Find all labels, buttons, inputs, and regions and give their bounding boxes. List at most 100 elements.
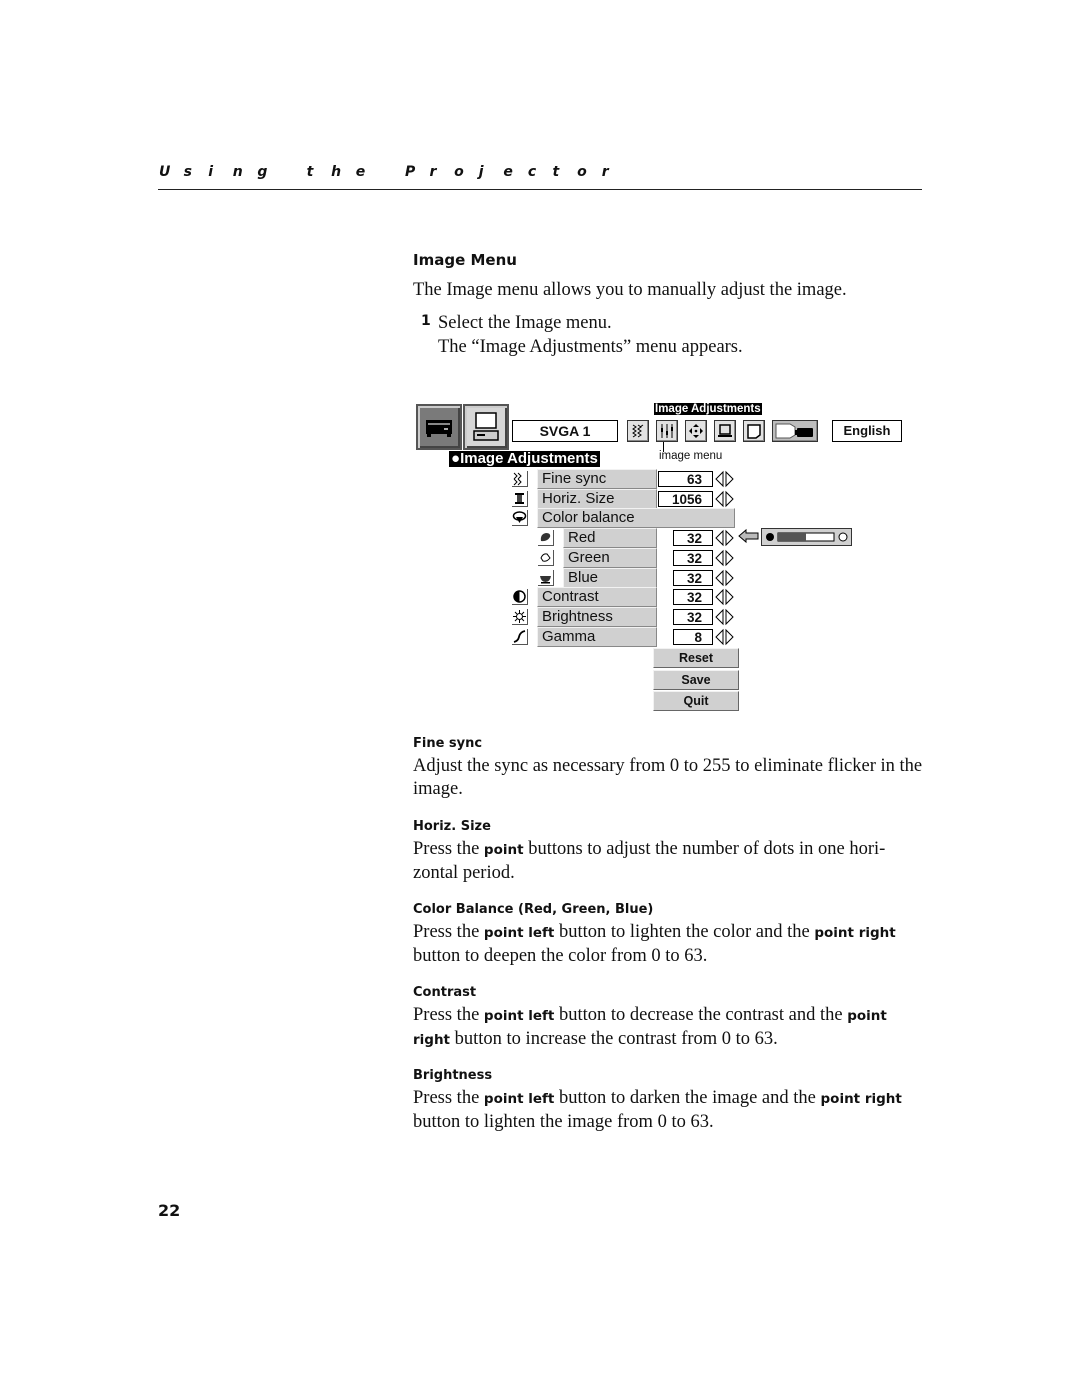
header-letter: h <box>331 164 342 180</box>
text-run: Press the <box>413 839 484 859</box>
description-heading: Horiz. Size <box>413 819 491 834</box>
image-menu-button[interactable] <box>656 420 678 442</box>
row-label[interactable]: Brightness <box>537 607 657 627</box>
tooltip: image menu <box>659 450 723 462</box>
description-heading: Contrast <box>413 985 477 1000</box>
header-letter <box>282 164 307 180</box>
point-left-right-arrows[interactable] <box>714 470 736 488</box>
reset-button[interactable]: Reset <box>653 648 739 668</box>
source-label: SVGA 1 <box>512 420 618 442</box>
section-title: Image Menu <box>413 251 517 269</box>
video-player-icon <box>426 420 452 437</box>
header-letter: o <box>577 164 587 180</box>
text-run: Adjust the sync as necessary from 0 to 2… <box>413 756 923 799</box>
fine-sync-icon <box>512 471 528 487</box>
point-left-right-arrows[interactable] <box>714 628 736 646</box>
quit-button[interactable]: Quit <box>653 691 739 711</box>
menu-title-text: Image Adjustments <box>460 450 598 467</box>
button-keyword: point right <box>814 925 896 941</box>
point-left-icon <box>715 569 724 587</box>
position-menu-button[interactable] <box>685 420 707 442</box>
pointer-arrow-icon <box>738 528 759 544</box>
header-letter: o <box>454 164 464 180</box>
step-result: The “Image Adjustments” menu appears. <box>438 337 743 357</box>
point-left-right-arrows[interactable] <box>714 529 736 547</box>
red-level-slider[interactable] <box>761 528 852 546</box>
header-letter: j <box>478 164 484 180</box>
header-letter: i <box>208 164 213 180</box>
header-letter <box>380 164 405 180</box>
language-button[interactable]: English <box>832 420 902 442</box>
sync-wave-icon <box>632 424 644 438</box>
description-text: Press the point buttons to adjust the nu… <box>413 838 923 885</box>
header-letter: t <box>552 164 560 180</box>
row-label[interactable]: Horiz. Size <box>537 489 657 509</box>
row-label[interactable]: Blue <box>563 568 657 588</box>
gamma-icon <box>512 629 528 645</box>
button-keyword: point <box>483 842 524 858</box>
button-keyword: point right <box>820 1091 902 1107</box>
text-run: button to decrease the contrast and the <box>554 1005 848 1025</box>
point-right-icon <box>725 569 734 587</box>
sync-menu-button[interactable] <box>627 420 649 442</box>
row-label[interactable]: Red <box>563 528 657 548</box>
header-letter: c <box>527 164 537 180</box>
toolbar-title: Image Adjustments <box>654 403 762 415</box>
point-left-right-arrows[interactable] <box>714 549 736 567</box>
point-left-right-arrows[interactable] <box>714 588 736 606</box>
text-run: Press the <box>413 922 484 942</box>
description-text: Press the point left button to lighten t… <box>413 921 923 968</box>
point-right-icon <box>725 608 734 626</box>
running-header: Using the Projector <box>159 164 626 180</box>
menu-title: ●Image Adjustments <box>449 451 600 467</box>
row-label[interactable]: Fine sync <box>537 469 657 489</box>
pc-adjust-menu-button[interactable] <box>714 420 736 442</box>
row-label[interactable]: Green <box>563 548 657 568</box>
row-value: 63 <box>658 471 713 487</box>
header-rule <box>158 189 922 190</box>
intro-text: The Image menu allows you to manually ad… <box>413 280 847 300</box>
text-run: button to lighten the image from 0 to 63… <box>413 1112 714 1132</box>
monitor-icon <box>718 424 732 437</box>
button-keyword: point left <box>483 925 555 941</box>
page-number: 22 <box>158 1201 181 1220</box>
save-button[interactable]: Save <box>653 669 739 690</box>
point-left-icon <box>715 470 724 488</box>
point-right-icon <box>725 588 734 606</box>
step-text: Select the Image menu. <box>438 313 612 333</box>
row-label[interactable]: Color balance <box>537 508 735 528</box>
header-letter: t <box>306 164 314 180</box>
blue-icon <box>538 570 554 586</box>
point-right-icon <box>725 549 734 567</box>
text-run: button to deepen the color from 0 to 63. <box>413 946 708 966</box>
row-label[interactable]: Contrast <box>537 587 657 607</box>
computer-icon <box>473 412 499 441</box>
horiz-size-icon <box>512 491 528 507</box>
screen-menu-button[interactable] <box>743 420 765 442</box>
header-letter: r <box>429 164 437 180</box>
point-left-right-arrows[interactable] <box>714 490 736 508</box>
point-right-icon <box>725 490 734 508</box>
point-left-icon <box>715 588 724 606</box>
point-right-icon <box>725 470 734 488</box>
slider-min-icon <box>766 533 774 541</box>
contrast-icon <box>512 589 528 605</box>
header-letter: n <box>232 164 243 180</box>
selected-bullet-icon: ● <box>451 450 461 467</box>
setting-menu-button[interactable] <box>772 420 818 442</box>
projector-screen-icon <box>775 423 813 439</box>
point-left-icon <box>715 490 724 508</box>
point-left-right-arrows[interactable] <box>714 608 736 626</box>
image-sliders-icon <box>661 424 673 438</box>
point-left-right-arrows[interactable] <box>714 569 736 587</box>
description-heading: Fine sync <box>413 736 483 751</box>
point-left-icon <box>715 529 724 547</box>
row-value: 32 <box>673 550 713 566</box>
row-label[interactable]: Gamma <box>537 627 657 647</box>
text-run: Press the <box>413 1005 484 1025</box>
text-run: button to lighten the color and the <box>554 922 815 942</box>
video-source-button[interactable] <box>416 404 462 450</box>
computer-source-button[interactable] <box>463 404 509 450</box>
header-letter: r <box>601 164 609 180</box>
point-left-icon <box>715 608 724 626</box>
